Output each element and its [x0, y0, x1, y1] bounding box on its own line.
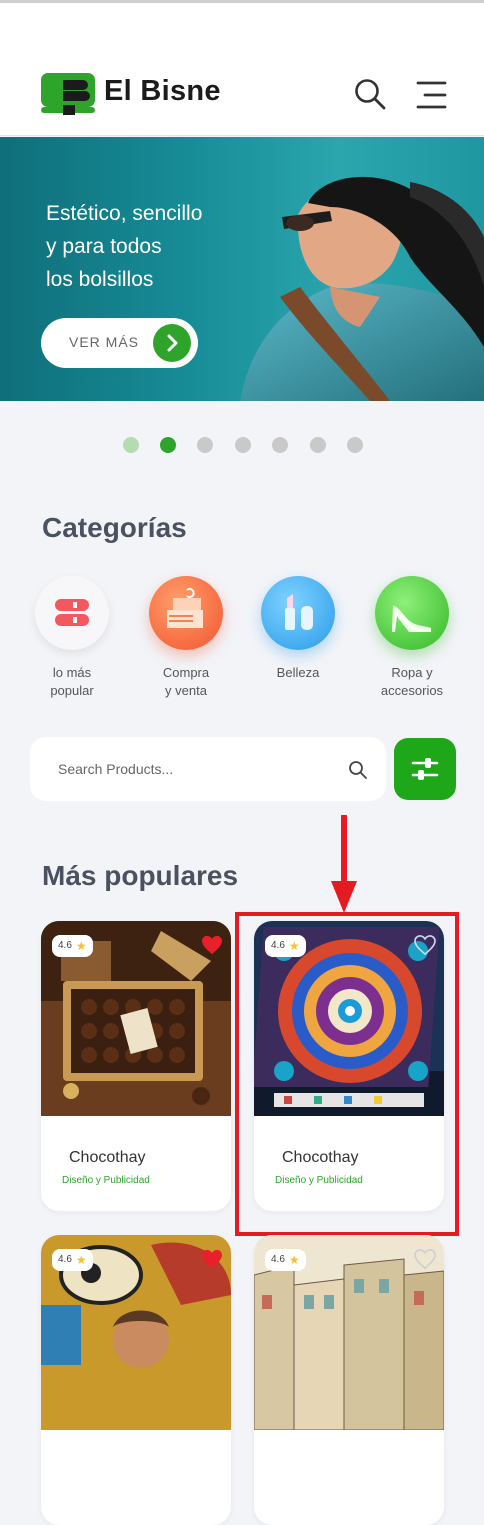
carousel-dot[interactable] — [235, 437, 251, 453]
carousel-dot[interactable] — [123, 437, 139, 453]
carousel-dot[interactable] — [310, 437, 326, 453]
category-label: Ropa y accesorios — [362, 664, 462, 700]
rating-value: 4.6 — [271, 1254, 285, 1265]
category-compra-y-venta[interactable]: Compra y venta — [136, 576, 236, 700]
stack-icon — [35, 576, 109, 650]
heart-outline-icon[interactable] — [414, 1249, 436, 1269]
rating-value: 4.6 — [58, 940, 72, 951]
category-belleza[interactable]: Belleza — [248, 576, 348, 682]
brand-name[interactable]: El Bisne — [104, 75, 221, 108]
rating-badge: 4.6 ★ — [52, 935, 93, 957]
search-icon[interactable] — [353, 77, 387, 111]
star-icon: ★ — [288, 1253, 300, 1267]
category-label-line1: Compra — [162, 665, 210, 680]
popular-title: Más populares — [42, 860, 239, 891]
category-label: lo más popular — [22, 664, 122, 700]
star-icon: ★ — [75, 1253, 87, 1267]
category-label-line2: accesorios — [380, 683, 444, 698]
menu-icon[interactable] — [414, 80, 448, 110]
carousel-dot[interactable] — [197, 437, 213, 453]
category-label: Belleza — [248, 664, 348, 682]
filter-button[interactable] — [394, 738, 456, 800]
category-lo-mas-popular[interactable]: lo más popular — [22, 576, 122, 700]
category-ropa-y-accesorios[interactable]: Ropa y accesorios — [362, 576, 462, 700]
star-icon: ★ — [75, 939, 87, 953]
product-card[interactable]: 4.6 ★ Chocothay Diseño y Publicidad — [41, 921, 231, 1211]
product-card[interactable]: 4.6 ★ — [254, 1235, 444, 1525]
product-search-box — [30, 737, 386, 801]
product-name: Chocothay — [69, 1149, 146, 1166]
hero-banner: Estético, sencillo y para todos los bols… — [0, 137, 484, 401]
category-label-line2: y venta — [165, 683, 207, 698]
chevron-right-icon — [153, 324, 191, 362]
sliders-icon — [411, 758, 439, 780]
ver-mas-button[interactable]: VER MÁS — [41, 318, 198, 368]
category-label-line1: Belleza — [276, 665, 320, 680]
search-icon[interactable] — [348, 760, 368, 780]
shop-icon — [149, 576, 223, 650]
banner-line: los bolsillos — [46, 268, 154, 291]
carousel-dot-active[interactable] — [160, 437, 176, 453]
carousel-dots — [0, 437, 484, 455]
high-heel-icon — [375, 576, 449, 650]
category-label-line2: popular — [50, 683, 94, 698]
logo-icon[interactable] — [41, 71, 95, 117]
ver-mas-label: VER MÁS — [69, 334, 140, 350]
category-label-line1: Ropa y — [391, 665, 433, 680]
site-header: El Bisne — [0, 3, 484, 136]
product-category: Diseño y Publicidad — [62, 1175, 150, 1186]
banner-headline: Estético, sencillo y para todos los bols… — [46, 197, 202, 296]
carousel-dot[interactable] — [347, 437, 363, 453]
search-input[interactable] — [58, 757, 318, 781]
heart-filled-icon[interactable] — [201, 1249, 223, 1269]
lipstick-icon — [261, 576, 335, 650]
banner-line: y para todos — [46, 235, 162, 258]
rating-badge: 4.6 ★ — [265, 1249, 306, 1271]
categories-title: Categorías — [42, 512, 187, 543]
rating-value: 4.6 — [58, 1254, 72, 1265]
product-card[interactable]: 4.6 ★ — [41, 1235, 231, 1525]
banner-woman-image — [240, 176, 484, 401]
category-label-line1: lo más — [52, 665, 92, 680]
rating-badge: 4.6 ★ — [52, 1249, 93, 1271]
banner-line: Estético, sencillo — [46, 202, 203, 225]
carousel-dot[interactable] — [272, 437, 288, 453]
highlight-box-annotation — [235, 912, 459, 1236]
red-arrow-annotation — [331, 815, 357, 913]
category-label: Compra y venta — [136, 664, 236, 700]
heart-filled-icon[interactable] — [201, 935, 223, 955]
